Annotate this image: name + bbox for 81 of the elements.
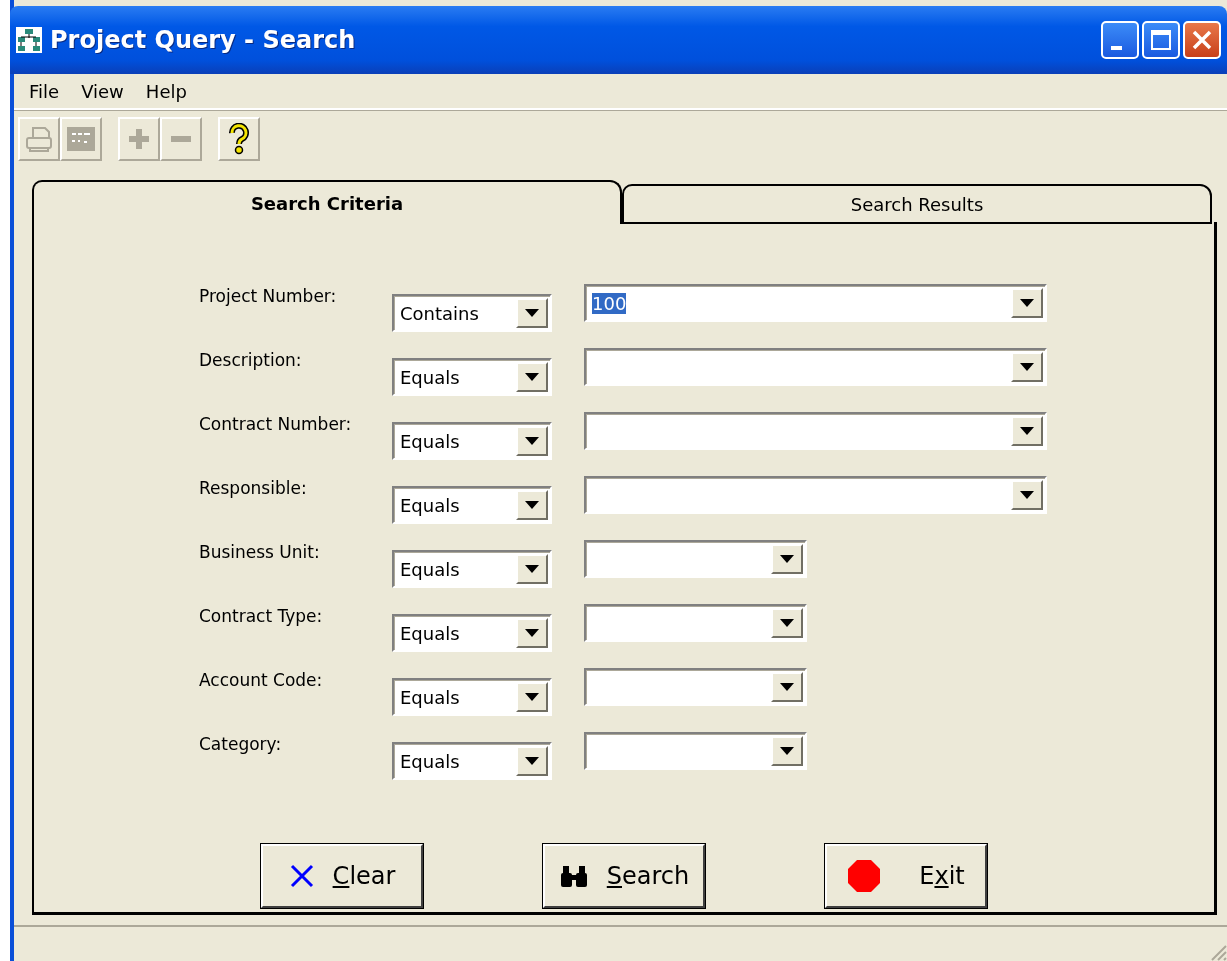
value-combobox[interactable] bbox=[584, 668, 807, 706]
exit-button[interactable]: Exit bbox=[825, 844, 987, 908]
field-label: Contract Number: bbox=[199, 413, 353, 436]
tab[interactable]: Search Criteria bbox=[32, 180, 622, 224]
dropdown-button[interactable] bbox=[771, 736, 803, 766]
dropdown-button[interactable] bbox=[516, 426, 548, 456]
tab[interactable]: Search Results bbox=[622, 184, 1212, 224]
operator-dropdown[interactable]: Equals bbox=[392, 678, 552, 716]
minimize-button[interactable] bbox=[1101, 21, 1139, 59]
field-label: Description: bbox=[199, 349, 303, 372]
value-combobox[interactable] bbox=[584, 412, 1047, 450]
minimize-icon bbox=[1111, 46, 1122, 50]
dropdown-button[interactable] bbox=[516, 362, 548, 392]
dropdown-button[interactable] bbox=[1011, 288, 1043, 318]
operator-dropdown[interactable]: Equals bbox=[392, 742, 552, 780]
value-combobox[interactable] bbox=[584, 732, 807, 770]
caret-icon bbox=[525, 629, 539, 637]
menu-item[interactable]: File bbox=[20, 77, 69, 105]
menu-item[interactable]: Help bbox=[136, 77, 196, 105]
clear-button[interactable]: Clear bbox=[261, 844, 423, 908]
maximize-icon bbox=[1150, 29, 1172, 51]
field-label: Business Unit: bbox=[199, 541, 321, 564]
value-combobox[interactable]: 100 bbox=[584, 284, 1047, 322]
close-icon bbox=[1191, 29, 1213, 51]
dropdown-button[interactable] bbox=[1011, 480, 1043, 510]
maximize-button[interactable] bbox=[1142, 21, 1180, 59]
operator-dropdown[interactable]: Equals bbox=[392, 614, 552, 652]
field-label: Contract Type: bbox=[199, 605, 324, 628]
dropdown-button[interactable] bbox=[771, 544, 803, 574]
caret-icon bbox=[525, 437, 539, 445]
field-label: Category: bbox=[199, 733, 283, 756]
stop-sign-icon bbox=[847, 859, 882, 893]
operator-dropdown[interactable]: Equals bbox=[392, 550, 552, 588]
dropdown-button[interactable] bbox=[771, 672, 803, 702]
binoculars-icon bbox=[558, 863, 589, 889]
operator-dropdown[interactable]: Contains bbox=[392, 294, 552, 332]
caret-icon bbox=[780, 555, 794, 563]
menu-item[interactable]: View bbox=[72, 77, 133, 105]
caret-icon bbox=[780, 683, 794, 691]
caret-icon bbox=[780, 747, 794, 755]
caret-icon bbox=[1020, 299, 1034, 307]
caret-icon bbox=[525, 693, 539, 701]
field-label: Project Number: bbox=[199, 285, 338, 308]
dropdown-button[interactable] bbox=[771, 608, 803, 638]
field-label: Responsible: bbox=[199, 477, 308, 500]
dropdown-button[interactable] bbox=[516, 746, 548, 776]
caret-icon bbox=[1020, 427, 1034, 435]
plus-icon bbox=[126, 126, 152, 152]
operator-dropdown[interactable]: Equals bbox=[392, 486, 552, 524]
caret-icon bbox=[525, 565, 539, 573]
dropdown-button[interactable] bbox=[516, 298, 548, 328]
search-button[interactable]: Search bbox=[543, 844, 705, 908]
caret-icon bbox=[525, 757, 539, 765]
app-icon bbox=[16, 27, 42, 53]
caret-icon bbox=[1020, 491, 1034, 499]
help-icon bbox=[228, 123, 250, 155]
caret-icon bbox=[780, 619, 794, 627]
printer-icon bbox=[24, 124, 54, 154]
value-combobox[interactable] bbox=[584, 348, 1047, 386]
dropdown-button[interactable] bbox=[1011, 352, 1043, 382]
dropdown-button[interactable] bbox=[516, 618, 548, 648]
dropdown-button[interactable] bbox=[516, 682, 548, 712]
minus-icon bbox=[171, 136, 191, 142]
x-icon bbox=[288, 863, 315, 889]
operator-dropdown[interactable]: Equals bbox=[392, 358, 552, 396]
dropdown-button[interactable] bbox=[1011, 416, 1043, 446]
operator-dropdown[interactable]: Equals bbox=[392, 422, 552, 460]
value-combobox[interactable] bbox=[584, 476, 1047, 514]
value-combobox[interactable] bbox=[584, 604, 807, 642]
dropdown-button[interactable] bbox=[516, 490, 548, 520]
caret-icon bbox=[1020, 363, 1034, 371]
value-combobox[interactable] bbox=[584, 540, 807, 578]
close-button[interactable] bbox=[1183, 21, 1221, 59]
caret-icon bbox=[525, 501, 539, 509]
grid-icon bbox=[66, 124, 96, 154]
field-label: Account Code: bbox=[199, 669, 324, 692]
caret-icon bbox=[525, 309, 539, 317]
window-title: Project Query - Search bbox=[50, 25, 356, 56]
toolbar-button[interactable] bbox=[218, 117, 260, 161]
caret-icon bbox=[525, 373, 539, 381]
dropdown-button[interactable] bbox=[516, 554, 548, 584]
